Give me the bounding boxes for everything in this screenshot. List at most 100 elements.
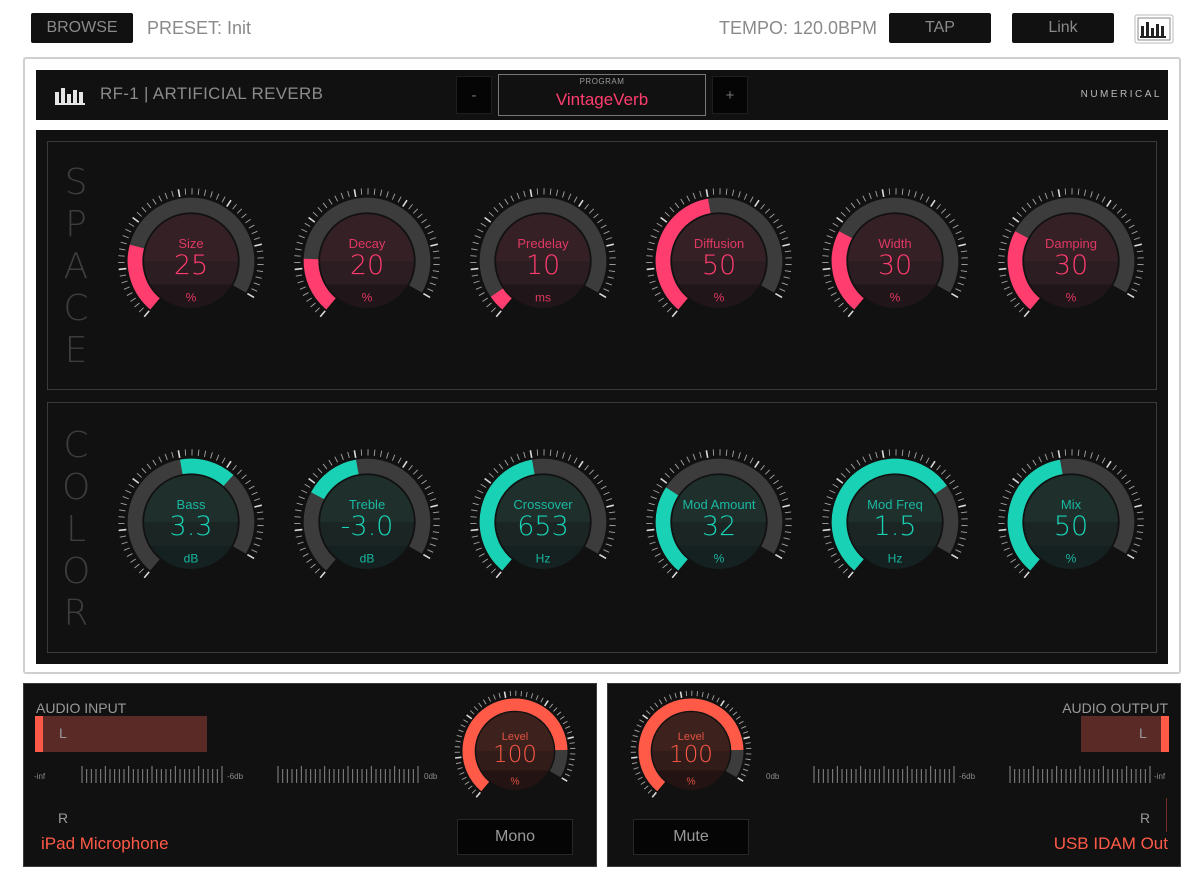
- knob-size[interactable]: Size25%: [111, 181, 271, 341]
- knob-label: Decay: [349, 236, 386, 251]
- knob-unit: dB: [360, 551, 375, 565]
- scale-min-label: -inf: [34, 772, 46, 781]
- knob-mod-freq[interactable]: Mod Freq1.5 Hz: [815, 442, 975, 602]
- knob-unit: dB: [184, 551, 199, 565]
- knob-label: Width: [878, 236, 911, 251]
- knob-label: Damping: [1045, 236, 1097, 251]
- scale-min-label: -inf: [1154, 772, 1166, 781]
- knob-unit: %: [714, 290, 725, 304]
- knob-value: 30: [1054, 250, 1088, 281]
- program-name: VintageVerb: [555, 90, 649, 109]
- knob-value: 25: [174, 250, 208, 281]
- knob-label: Crossover: [513, 497, 573, 512]
- knob-value: 1.5: [874, 511, 917, 542]
- knob-value: 653: [517, 511, 569, 542]
- bars-logo-icon[interactable]: [1134, 14, 1174, 44]
- knob-level[interactable]: Level100%: [447, 683, 583, 819]
- scale-max-label: 0db: [766, 772, 780, 781]
- section-label-letter: A: [63, 246, 89, 287]
- knob-label: Size: [178, 236, 203, 251]
- input-channel-right: R: [58, 810, 69, 826]
- scale-mid-label: -6db: [959, 772, 976, 781]
- section-label-letter: P: [65, 204, 87, 245]
- knob-label: Bass: [177, 497, 206, 512]
- program-prev-button[interactable]: -: [456, 76, 492, 114]
- knob-value: 10: [526, 250, 560, 281]
- knob-unit: %: [1066, 290, 1077, 304]
- section-label-letter: L: [65, 509, 87, 550]
- knob-label: Mod Freq: [867, 497, 923, 512]
- knob-unit: %: [362, 290, 373, 304]
- knob-unit: %: [714, 551, 725, 565]
- browse-button[interactable]: BROWSE: [31, 13, 133, 43]
- scale-ticks: [813, 766, 1151, 783]
- knob-predelay[interactable]: Predelay10 ms: [463, 181, 623, 341]
- knob-mod-amount[interactable]: Mod Amount32%: [639, 442, 799, 602]
- input-channel-left: L: [59, 725, 67, 741]
- section-label-letter: R: [63, 593, 89, 634]
- knob-unit: %: [890, 290, 901, 304]
- knob-value: 20: [350, 250, 384, 281]
- knob-unit: Hz: [888, 551, 903, 565]
- knob-value: 50: [1054, 511, 1088, 542]
- program-selector[interactable]: PROGRAM VintageVerb: [498, 74, 706, 116]
- knob-bass[interactable]: Bass3.3 dB: [111, 442, 271, 602]
- program-label: PROGRAM: [579, 77, 625, 86]
- knob-value: -3.0: [341, 511, 394, 542]
- section-label-letter: O: [62, 467, 91, 508]
- section-label-letter: O: [62, 551, 91, 592]
- mono-button[interactable]: Mono: [457, 819, 573, 855]
- audio-output-title: AUDIO OUTPUT: [1062, 700, 1168, 716]
- knob-label: Diffusion: [694, 236, 744, 251]
- knob-level[interactable]: Level100%: [623, 683, 759, 819]
- program-next-button[interactable]: +: [712, 76, 748, 114]
- output-channel-right: R: [1140, 810, 1151, 826]
- knob-label: Predelay: [517, 236, 569, 251]
- knob-value: 32: [702, 511, 736, 542]
- output-db-scale: 0db -6db -inf: [766, 766, 1166, 783]
- knob-width[interactable]: Width30%: [815, 181, 975, 341]
- knob-decay[interactable]: Decay20%: [287, 181, 447, 341]
- plugin-title: RF-1 | ARTIFICIAL REVERB: [100, 84, 324, 103]
- knob-value: 100: [493, 742, 537, 768]
- mute-button[interactable]: Mute: [633, 819, 749, 855]
- knob-value: 3.3: [170, 511, 213, 542]
- link-button[interactable]: Link: [1012, 13, 1114, 43]
- section-label-letter: C: [63, 425, 89, 466]
- knob-mix[interactable]: Mix50%: [991, 442, 1151, 602]
- knob-crossover[interactable]: Crossover653 Hz: [463, 442, 623, 602]
- knob-value: 50: [702, 250, 736, 281]
- knob-unit: %: [510, 776, 519, 787]
- audio-input-title: AUDIO INPUT: [36, 700, 127, 716]
- knob-label: Mix: [1061, 497, 1082, 512]
- knob-unit: %: [1066, 551, 1077, 565]
- preset-label: PRESET: Init: [147, 18, 252, 38]
- scale-mid-label: -6db: [227, 772, 244, 781]
- knob-unit: %: [686, 776, 695, 787]
- knob-unit: ms: [535, 290, 551, 304]
- tap-button[interactable]: TAP: [889, 13, 991, 43]
- section-label-letter: C: [63, 288, 89, 329]
- knob-damping[interactable]: Damping30%: [991, 181, 1151, 341]
- output-level-meter: L: [1081, 716, 1169, 752]
- output-channel-left: L: [1139, 725, 1147, 741]
- knob-treble[interactable]: Treble-3.0 dB: [287, 442, 447, 602]
- space-section-label: SPACE: [62, 162, 90, 372]
- input-level-meter: L: [35, 716, 207, 752]
- knob-unit: Hz: [536, 551, 551, 565]
- brand-label: NUMERICAL: [1080, 89, 1162, 100]
- plugin-header: RF-1 | ARTIFICIAL REVERB - PROGRAM Vinta…: [36, 70, 1168, 120]
- scale-max-label: 0db: [424, 772, 438, 781]
- output-device-name[interactable]: USB IDAM Out: [1054, 834, 1168, 854]
- color-section-label: COLOR: [62, 425, 90, 635]
- input-device-name[interactable]: iPad Microphone: [41, 834, 169, 854]
- knob-label: Mod Amount: [683, 497, 756, 512]
- section-label-letter: S: [64, 162, 88, 203]
- knob-unit: %: [186, 290, 197, 304]
- knob-label: Treble: [349, 497, 385, 512]
- knob-value: 100: [669, 742, 713, 768]
- numerical-logo-icon: [55, 88, 85, 105]
- tempo-display: TEMPO: 120.0BPM: [719, 18, 878, 38]
- scale-ticks: [81, 766, 419, 783]
- knob-diffusion[interactable]: Diffusion50%: [639, 181, 799, 341]
